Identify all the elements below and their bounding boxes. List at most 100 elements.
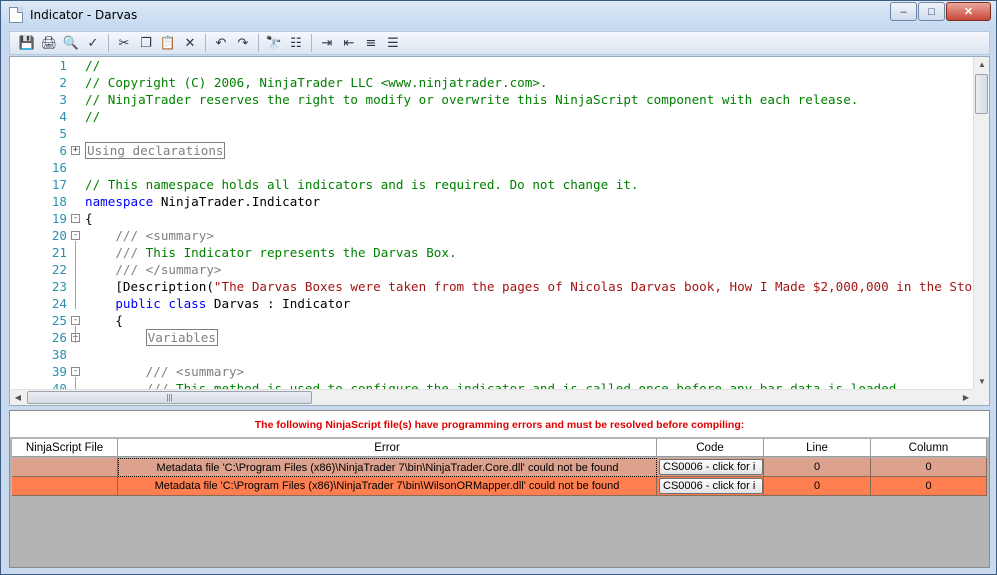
line-number: 26	[51, 330, 67, 345]
vertical-scrollbar[interactable]: ▲ ▼	[973, 57, 989, 390]
cell-column: 0	[871, 458, 987, 477]
code-line[interactable]: 6 + Using declarations	[10, 142, 974, 159]
cell-error: Metadata file 'C:\Program Files (x86)\Ni…	[118, 458, 657, 477]
line-number: 3	[59, 92, 67, 107]
code-line[interactable]: 18 namespace NinjaTrader.Indicator	[10, 193, 974, 210]
copy-icon[interactable]: ❐	[135, 33, 157, 53]
code-line[interactable]: 39- /// <summary>	[10, 363, 974, 380]
delete-icon[interactable]: ✕	[179, 33, 201, 53]
code-line[interactable]: 1 //	[10, 57, 974, 74]
error-code-button[interactable]: CS0006 - click for i	[659, 478, 763, 494]
line-number: 38	[51, 347, 67, 362]
paste-icon-glyph: 📋	[159, 35, 177, 51]
paste-icon[interactable]: 📋	[157, 33, 179, 53]
grid-header: NinjaScript File Error Code Line Column	[12, 439, 987, 457]
print-icon-glyph: 🖨	[40, 35, 58, 51]
print-preview-icon-glyph: 🔍	[62, 35, 80, 51]
line-number: 18	[51, 194, 67, 209]
minimize-button[interactable]: –	[890, 2, 917, 21]
code-line[interactable]: 38	[10, 346, 974, 363]
code-line[interactable]: 3 // NinjaTrader reserves the right to mo…	[10, 91, 974, 108]
code-line[interactable]: 22 /// </summary>	[10, 261, 974, 278]
code-text: /// <summary>	[85, 227, 214, 244]
window-controls: – □ ✕	[889, 2, 991, 21]
compile-icon-glyph: ✓	[87, 35, 99, 51]
collapsed-region[interactable]: Variables	[145, 329, 218, 346]
scroll-right-icon[interactable]: ▶	[958, 390, 974, 405]
close-button[interactable]: ✕	[946, 2, 991, 21]
comment-icon-glyph: ≡	[365, 35, 377, 51]
cell-code: CS0006 - click for i	[657, 458, 764, 477]
find-icon[interactable]: 🔭	[263, 33, 285, 53]
code-token: /// </summary>	[85, 262, 222, 277]
cell-error: Metadata file 'C:\Program Files (x86)\Ni…	[118, 477, 657, 496]
collapse-icon[interactable]: -	[71, 231, 80, 240]
horizontal-scroll-thumb[interactable]: |||	[27, 391, 312, 404]
code-line[interactable]: 4 //	[10, 108, 974, 125]
code-text: Variables	[85, 329, 218, 346]
outdent-icon[interactable]: ⇤	[338, 33, 360, 53]
cut-icon[interactable]: ✂	[113, 33, 135, 53]
indent-icon-glyph: ⇥	[321, 35, 333, 51]
code-line[interactable]: 16	[10, 159, 974, 176]
uncomment-icon[interactable]: ☰	[382, 33, 404, 53]
collapse-icon[interactable]: -	[71, 316, 80, 325]
line-number: 25	[51, 313, 67, 328]
column-header[interactable]: Line	[764, 439, 871, 457]
scroll-left-icon[interactable]: ◀	[10, 390, 26, 405]
expand-icon[interactable]: +	[71, 146, 80, 155]
cell-code: CS0006 - click for i	[657, 477, 764, 496]
code-line[interactable]: 23 [Description("The Darvas Boxes were t…	[10, 278, 974, 295]
cell-file	[12, 477, 118, 496]
code-text: /// This Indicator represents the Darvas…	[85, 244, 457, 261]
error-code-button[interactable]: CS0006 - click for i	[659, 459, 763, 475]
code-line[interactable]: 21 /// This Indicator represents the Dar…	[10, 244, 974, 261]
code-line[interactable]: 19-{	[10, 210, 974, 227]
compile-icon[interactable]: ✓	[82, 33, 104, 53]
code-line[interactable]: 5	[10, 125, 974, 142]
code-text: /// </summary>	[85, 261, 221, 278]
code-line[interactable]: 17 // This namespace holds all indicators…	[10, 176, 974, 193]
code-line[interactable]: 26+ Variables	[10, 329, 974, 346]
scroll-down-icon[interactable]: ▼	[974, 374, 989, 390]
find-replace-icon[interactable]: ☷	[285, 33, 307, 53]
maximize-button[interactable]: □	[918, 2, 945, 21]
horizontal-scrollbar[interactable]: ◀ ||| ▶	[10, 389, 974, 405]
print-preview-icon[interactable]: 🔍	[60, 33, 82, 53]
code-editor[interactable]: 1 // 2 // Copyright (C) 2006, NinjaTrader L…	[9, 56, 990, 406]
cell-line: 0	[764, 477, 871, 496]
error-row[interactable]: Metadata file 'C:\Program Files (x86)\Ni…	[12, 458, 987, 477]
save-icon[interactable]: 💾	[16, 33, 38, 53]
code-line[interactable]: 20- /// <summary>	[10, 227, 974, 244]
print-icon[interactable]: 🖨	[38, 33, 60, 53]
collapsed-region[interactable]: Using declarations	[85, 142, 226, 159]
copy-icon-glyph: ❐	[140, 35, 152, 51]
collapse-icon[interactable]: -	[71, 367, 80, 376]
code-text: {	[85, 312, 123, 329]
column-header[interactable]: Code	[657, 439, 764, 457]
cell-column: 0	[871, 477, 987, 496]
code-token: This Indicator represents the Darvas Box…	[138, 245, 457, 260]
code-token: {	[85, 313, 123, 328]
scroll-up-icon[interactable]: ▲	[974, 57, 989, 73]
indent-icon[interactable]: ⇥	[316, 33, 338, 53]
redo-icon[interactable]: ↷	[232, 33, 254, 53]
code-token: //	[85, 109, 101, 124]
line-number: 4	[59, 109, 67, 124]
comment-icon[interactable]: ≡	[360, 33, 382, 53]
column-header[interactable]: Column	[871, 439, 987, 457]
column-header[interactable]: Error	[118, 439, 657, 457]
title-bar[interactable]: Indicator - Darvas – □ ✕	[1, 1, 996, 29]
collapse-icon[interactable]: -	[71, 214, 80, 223]
code-line[interactable]: 24 public class Darvas : Indicator	[10, 295, 974, 312]
undo-icon[interactable]: ↶	[210, 33, 232, 53]
code-area[interactable]: 1 // 2 // Copyright (C) 2006, NinjaTrader L…	[10, 57, 974, 390]
vertical-scroll-thumb[interactable]	[975, 74, 988, 114]
column-header[interactable]: NinjaScript File	[12, 439, 118, 457]
code-line[interactable]: 2 // Copyright (C) 2006, NinjaTrader LLC …	[10, 74, 974, 91]
error-row[interactable]: Metadata file 'C:\Program Files (x86)\Ni…	[12, 477, 987, 496]
code-text: Using declarations	[85, 142, 226, 159]
code-line[interactable]: 25- {	[10, 312, 974, 329]
redo-icon-glyph: ↷	[237, 35, 249, 51]
line-number: 23	[51, 279, 67, 294]
